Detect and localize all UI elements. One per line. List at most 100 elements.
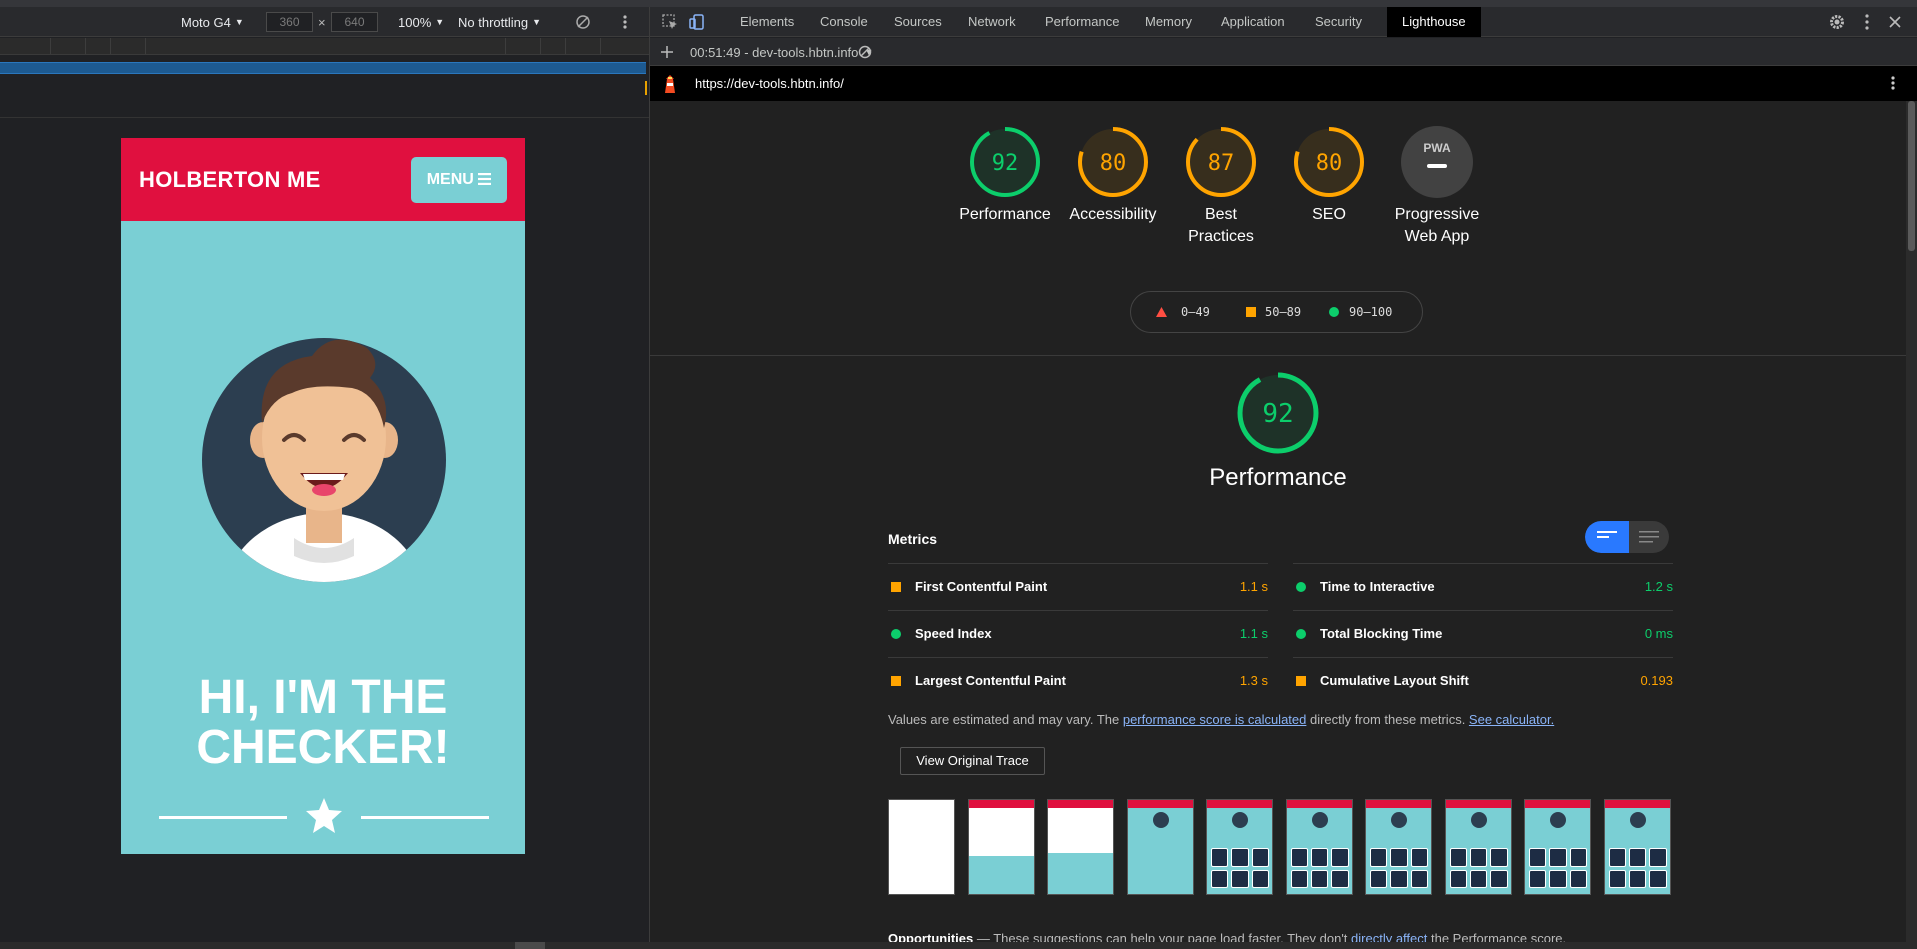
metric-name: Speed Index [915,626,992,641]
metrics-view-toggle[interactable] [1585,521,1669,553]
device-emulation-pane: Moto G4 ▼ 360 × 640 100% ▼ No throttling ▼ … [0,7,649,942]
gauge-performance[interactable]: 92 Performance [950,126,1060,226]
media-query-bar[interactable] [0,62,646,74]
gauge-performance-label: Performance [959,206,1051,223]
menu-button[interactable]: MENU [411,157,507,203]
detail-view-icon[interactable] [1639,531,1659,543]
chevron-down-icon: ▼ [234,17,244,27]
filmstrip-frame [1206,799,1273,895]
close-icon[interactable] [1886,13,1904,31]
view-original-trace-button[interactable]: View Original Trace [900,747,1045,775]
divider-right [361,816,489,819]
metric-row: First Contentful Paint 1.1 s [888,563,1268,610]
performance-score-gauge[interactable]: 92 [1236,371,1320,455]
report-select-value: 00:51:49 - dev-tools.hbtn.info [690,45,859,60]
chevron-down-icon: ▼ [532,17,542,27]
metric-value: 0.193 [1640,673,1673,688]
rotate-icon[interactable] [575,14,591,30]
tab-sources[interactable]: Sources [894,14,942,29]
performance-score-value: 92 [1262,399,1293,429]
device-select[interactable]: Moto G4 ▼ [181,15,244,30]
customize-icon[interactable] [1858,13,1876,31]
toggle-summary-option[interactable] [1585,521,1629,553]
score-calculated-link[interactable]: performance score is calculated [1123,712,1307,727]
gauge-best-practices-score: 87 [1208,151,1235,176]
pwa-badge-icon: PWA [1401,126,1473,198]
throttling-select[interactable]: No throttling ▼ [458,15,541,30]
inspect-element-icon[interactable] [661,13,679,31]
note-text: directly from these metrics. [1306,712,1469,727]
gauge-seo[interactable]: 80 SEO [1274,126,1384,226]
device-toolbar-icon[interactable] [688,13,706,31]
ruler-tick [85,38,86,54]
gauge-best-practices[interactable]: 87 Best Practices [1166,126,1276,248]
avatar-illustration [202,338,446,582]
throttling-value: No throttling [458,15,529,30]
ruler-tick [540,38,541,54]
tab-console[interactable]: Console [820,14,868,29]
gauge-pwa-label: Progressive Web App [1394,206,1480,245]
gauge-pwa[interactable]: PWA Progressive Web App [1382,126,1492,248]
metric-value: 1.3 s [1239,673,1268,688]
metric-value: 1.1 s [1239,579,1268,594]
gear-icon[interactable] [1828,13,1846,31]
score-legend: 0–49 50–89 90–100 [1130,291,1423,333]
gauge-accessibility[interactable]: 80 Accessibility [1058,126,1168,226]
note-text: Values are estimated and may vary. The [888,712,1123,727]
dimension-separator: × [318,15,326,30]
device-select-value: Moto G4 [181,15,231,30]
report-menu-icon[interactable] [1890,75,1896,91]
report-url[interactable]: https://dev-tools.hbtn.info/ [695,76,844,91]
report-select[interactable]: 00:51:49 - dev-tools.hbtn.info ▼ [690,45,873,60]
devtools-tab-bar: Elements Console Sources Network Perform… [650,7,1917,37]
metric-name: Largest Contentful Paint [915,673,1066,688]
gauge-pwa-score: PWA [1423,141,1451,155]
pass-circle-icon [891,629,901,639]
clear-icon[interactable] [858,45,872,59]
tab-security[interactable]: Security [1315,14,1362,29]
ruler-tick [145,38,146,54]
legend-average: 50–89 [1265,305,1302,319]
site-brand[interactable]: HOLBERTON ME [139,167,321,193]
ruler-tick [50,38,51,54]
zoom-select[interactable]: 100% ▼ [398,15,444,30]
metrics-heading: Metrics [888,531,938,547]
gauge-performance-score: 92 [992,151,1019,176]
tab-application[interactable]: Application [1221,14,1285,29]
tab-performance[interactable]: Performance [1045,14,1119,29]
gauge-seo-label: SEO [1312,206,1346,223]
plus-icon[interactable] [660,45,674,59]
filmstrip-frame [1126,799,1194,895]
ruler-tick [505,38,506,54]
tab-elements[interactable]: Elements [740,14,794,29]
tab-memory[interactable]: Memory [1145,14,1192,29]
chevron-down-icon: ▼ [435,17,445,27]
height-input[interactable]: 640 [331,12,378,32]
pass-circle-icon [1329,307,1339,317]
horizontal-scrollbar[interactable] [0,942,1917,949]
tab-network[interactable]: Network [968,14,1016,29]
opportunities-heading: Opportunities — These suggestions can he… [888,931,1566,942]
fail-triangle-icon [1156,307,1167,317]
divider-left [159,816,287,819]
device-ruler [0,38,649,55]
width-input[interactable]: 360 [266,12,313,32]
devtools-panel: Elements Console Sources Network Perform… [650,7,1917,942]
horizontal-scrollbar-thumb[interactable] [515,942,545,949]
tab-lighthouse[interactable]: Lighthouse [1387,7,1481,37]
opportunities-text: the Performance score. [1427,931,1567,942]
filmstrip-frame [1603,799,1671,895]
filmstrip-frame [1444,799,1512,895]
see-calculator-link[interactable]: See calculator. [1469,712,1554,727]
hero-headline: HI, I'M THE CHECKER! [196,671,450,774]
window-top-strip [0,0,1917,7]
ruler-tick [110,38,111,54]
report-scrollbar[interactable] [1906,101,1917,942]
scrollbar-thumb[interactable] [1908,101,1915,251]
directly-affect-link[interactable]: directly affect [1351,931,1427,942]
more-options-icon[interactable] [622,14,628,30]
report-url-bar: https://dev-tools.hbtn.info/ [650,66,1917,101]
metric-row: Cumulative Layout Shift 0.193 [1293,657,1673,704]
menu-label: MENU [426,171,474,188]
media-query-area [0,74,649,118]
